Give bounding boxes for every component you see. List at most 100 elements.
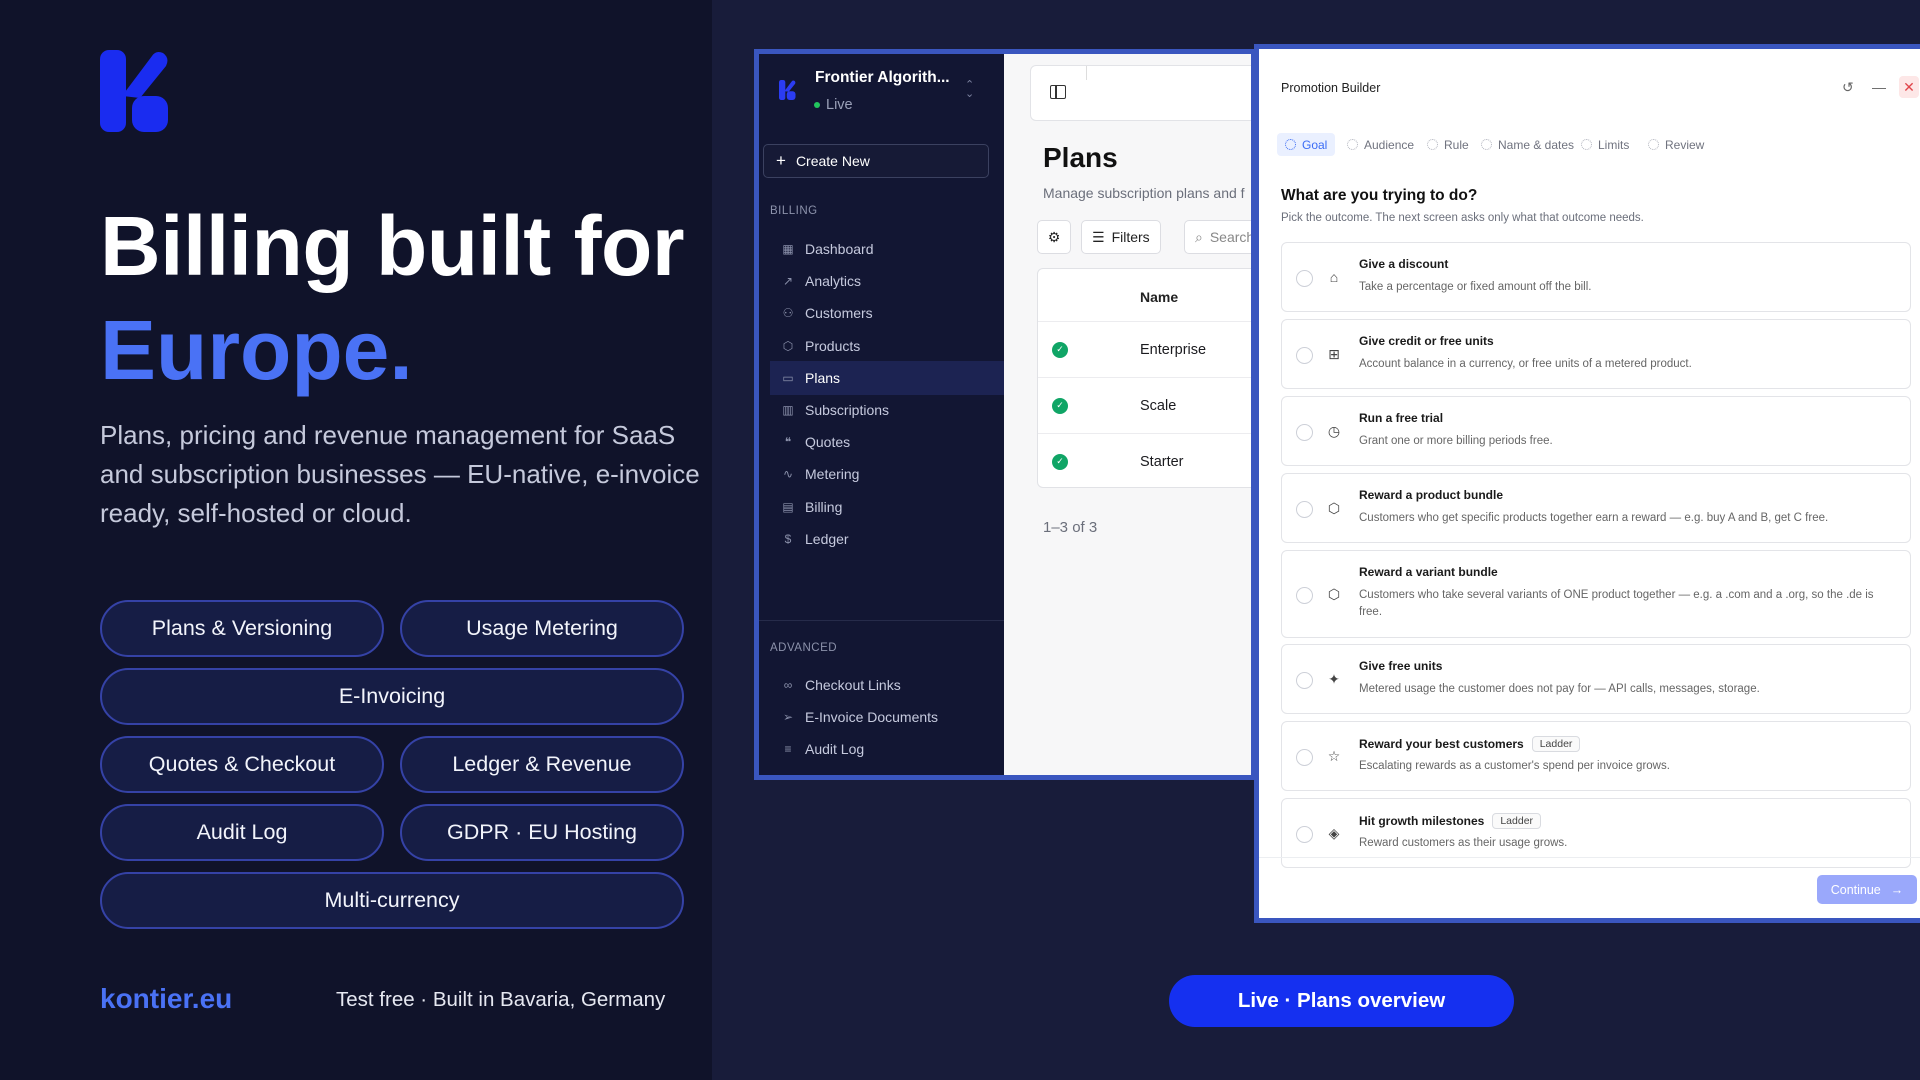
sidebar-item-ledger[interactable]: $ Ledger [770,522,1004,556]
sidebar-toggle-icon[interactable] [1050,85,1066,99]
sidebar-item-checkout-links[interactable]: ∞ Checkout Links [770,668,1004,702]
sidebar-item-e-invoice-documents[interactable]: ➢ E-Invoice Documents [770,700,1004,734]
filter-icon: ☰ [1092,228,1105,245]
headline-line1: Billing built for [100,199,685,293]
sidebar-item-analytics[interactable]: ↗ Analytics [770,264,1004,298]
radio-button[interactable] [1296,826,1313,843]
close-icon[interactable]: ✕ [1899,76,1919,98]
dollar-icon: $ [784,531,792,546]
package-icon: ⬡ [1327,586,1341,602]
minimize-icon[interactable]: — [1872,79,1886,95]
star-icon: ☆ [1327,748,1341,764]
sidebar-item-label: Quotes [805,434,851,451]
status-dot-icon [814,102,820,108]
package-icon: ⬡ [1327,500,1341,516]
radio-button[interactable] [1296,347,1313,364]
layers-icon: ◈ [1328,825,1340,841]
sidebar-item-subscriptions[interactable]: ▥ Subscriptions [770,393,1004,427]
sidebar-item-label: Ledger [805,530,849,547]
step-label: Name & dates [1498,137,1575,152]
table-row[interactable]: ✓ Starter [1038,433,1251,489]
option-title: Run a free trial [1359,411,1443,425]
option-description: Grant one or more billing periods free. [1359,435,1553,447]
users-icon: ⚇ [782,306,794,321]
option-card[interactable]: ✦ Give free units Metered usage the custom… [1281,644,1911,714]
app-window: Frontier Algorith... Live ⌃ ⌄ + Create New… [754,49,1256,780]
option-card[interactable]: ◷ Run a free trial Grant one or more billi… [1281,396,1911,466]
radio-button[interactable] [1296,501,1313,518]
feature-pill: Ledger & Revenue [400,736,684,793]
sidebar-item-products[interactable]: ⬡ Products [770,329,1004,363]
option-title: Hit growth milestones Ladder [1359,813,1542,829]
option-card[interactable]: ⊞ Give credit or free units Account balanc… [1281,319,1911,389]
row-name: Scale [1140,397,1177,414]
step-goal[interactable]: Goal [1277,133,1336,156]
feature-pill: Quotes & Checkout [100,736,384,793]
tagline: Test free · Built in Bavaria, Germany [336,988,666,1011]
section-billing: BILLING [770,205,818,217]
option-description: Metered usage the customer does not pay … [1359,683,1760,695]
radio-button[interactable] [1296,672,1313,689]
search-icon: ⌕ [1195,228,1203,245]
arrow-right-icon: → [1890,882,1904,897]
env-status-label: Live [826,97,853,113]
site-link[interactable]: kontier.eu [100,983,232,1015]
step-status-icon [1347,139,1358,150]
timer-icon: ◷ [1327,423,1341,439]
undo-icon[interactable]: ↺ [1842,79,1854,96]
step-name-dates[interactable]: Name & dates [1473,133,1582,156]
step-label: Rule [1444,137,1469,152]
live-plans-overview-button[interactable]: Live · Plans overview [1169,975,1514,1027]
option-title-text: Run a free trial [1359,411,1444,425]
sidebar-item-customers[interactable]: ⚇ Customers [770,296,1004,330]
settings-button[interactable]: ⚙ [1037,220,1071,254]
continue-button[interactable]: Continue → [1817,875,1917,904]
option-card[interactable]: ⬡ Reward a product bundle Customers who ge… [1281,473,1911,543]
sidebar-item-audit-log[interactable]: ≡ Audit Log [770,732,1004,766]
option-title-text: Give free units [1359,659,1443,673]
create-new-button[interactable]: + Create New [763,144,989,178]
radio-button[interactable] [1296,424,1313,441]
table-row[interactable]: ✓ Scale [1038,377,1251,433]
step-label: Limits [1598,137,1630,152]
table-row[interactable]: ✓ Enterprise [1038,321,1251,377]
radio-button[interactable] [1296,270,1313,287]
option-title: Give credit or free units [1359,334,1494,348]
option-title-text: Reward a product bundle [1359,488,1504,502]
option-description: Escalating rewards as a customer's spend… [1359,760,1670,772]
filters-button[interactable]: ☰ Filters [1081,220,1161,254]
headline-line2: Europe. [100,303,413,397]
sidebar-item-metering[interactable]: ∿ Metering [770,457,1004,491]
step-label: Goal [1302,137,1328,152]
question-title: What are you trying to do? [1281,187,1478,204]
step-review[interactable]: Review [1640,133,1712,156]
radio-button[interactable] [1296,587,1313,604]
org-name[interactable]: Frontier Algorith... [815,69,950,87]
step-audience[interactable]: Audience [1339,133,1422,156]
org-switcher-icon[interactable]: ⌃ ⌄ [965,80,974,100]
option-description: Customers who take several variants of O… [1359,589,1874,618]
plans-page: Plans Manage subscription plans and f ⚙ … [1004,54,1251,775]
option-title-text: Reward a variant bundle [1359,565,1498,579]
radio-button[interactable] [1296,749,1313,766]
feature-pill: E-Invoicing [100,668,684,725]
sidebar-item-label: E-Invoice Documents [805,709,939,726]
step-limits[interactable]: Limits [1573,133,1637,156]
option-title-text: Give a discount [1359,257,1449,271]
option-card[interactable]: ☆ Reward your best customers Ladder Escalat… [1281,721,1911,791]
sidebar-item-quotes[interactable]: ❝ Quotes [770,425,1004,459]
sidebar-item-dashboard[interactable]: ▦ Dashboard [770,232,1004,266]
step-rule[interactable]: Rule [1419,133,1477,156]
pagination-info: 1–3 of 3 [1043,519,1098,536]
sidebar-item-label: Products [805,337,861,354]
sidebar-item-label: Plans [805,369,841,386]
sidebar-item-label: Billing [805,498,843,515]
option-card[interactable]: ⌂ Give a discount Take a percentage or fix… [1281,242,1911,312]
card-icon: ▭ [782,370,794,385]
search-input[interactable]: ⌕ Search [1184,220,1251,254]
sidebar-item-plans[interactable]: ▭ Plans [770,360,1004,395]
option-card[interactable]: ⬡ Reward a variant bundle Customers who ta… [1281,550,1911,638]
sidebar-item-billing[interactable]: ▤ Billing [770,490,1004,524]
send-icon: ➢ [782,710,794,725]
quote-icon: ❝ [784,435,792,450]
